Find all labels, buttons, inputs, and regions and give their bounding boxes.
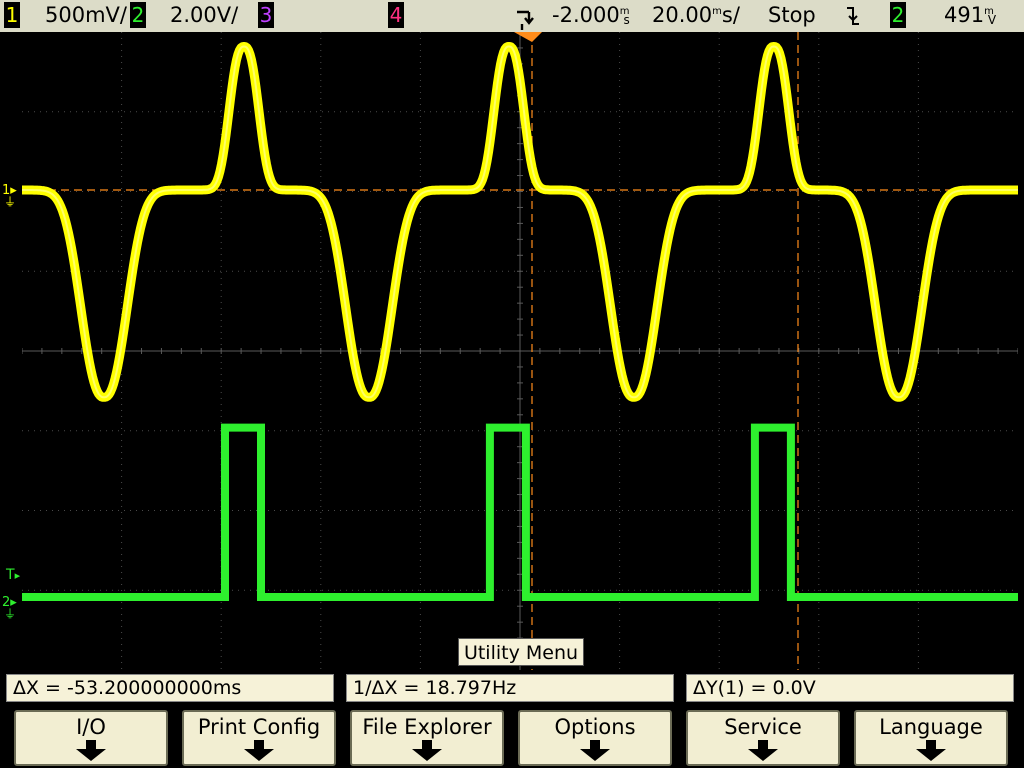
language-softkey[interactable]: Language xyxy=(854,710,1008,766)
options-softkey-label: Options xyxy=(554,715,636,739)
time-scale: 20.00ms/ xyxy=(652,1,740,34)
service-softkey[interactable]: Service xyxy=(686,710,840,766)
submenu-arrow-icon xyxy=(916,740,946,761)
trigger-level-unit: V xyxy=(987,13,997,27)
delta-y-readout: ΔY(1) = 0.0V xyxy=(686,674,1014,702)
ch1-scale-value: 500 xyxy=(45,3,86,27)
ch1-ground-symbol-icon: ⏚ xyxy=(4,195,17,209)
ch2-number: 2 xyxy=(131,3,145,27)
trigger-source-badge[interactable]: 2 xyxy=(890,2,906,28)
trigger-source-number: 2 xyxy=(891,3,905,27)
status-bar: 1 500mV/ 2 2.00V/ 3 4 -2.000ms 20.00ms/ … xyxy=(0,0,1024,32)
ch4-number: 4 xyxy=(389,3,403,27)
ch1-number: 1 xyxy=(5,3,19,27)
io-softkey[interactable]: I/O xyxy=(14,710,168,766)
file-explorer-softkey-label: File Explorer xyxy=(362,715,492,739)
submenu-arrow-icon xyxy=(244,740,274,761)
ch3-number: 3 xyxy=(259,3,273,27)
submenu-arrow-icon xyxy=(748,740,778,761)
ch4-badge[interactable]: 4 xyxy=(388,2,404,28)
trigger-level-marker[interactable]: T▸ xyxy=(6,568,20,583)
ch2-badge[interactable]: 2 xyxy=(130,2,146,28)
delta-x-readout: ΔX = -53.200000000ms xyxy=(6,674,334,702)
service-softkey-label: Service xyxy=(724,715,802,739)
time-scale-prefix: m xyxy=(712,6,722,17)
trigger-arrow-icon: ▸ xyxy=(14,569,21,582)
ch2-scale: 2.00V/ xyxy=(170,3,239,27)
menu-title: Utility Menu xyxy=(458,638,584,666)
ch2-ground-marker[interactable]: 2▸ ⏚ xyxy=(2,596,17,621)
options-softkey[interactable]: Options xyxy=(518,710,672,766)
language-softkey-label: Language xyxy=(879,715,983,739)
ch1-ground-marker[interactable]: 1▸ ⏚ xyxy=(2,184,17,209)
submenu-arrow-icon xyxy=(76,740,106,761)
io-softkey-label: I/O xyxy=(76,715,106,739)
ch1-badge[interactable]: 1 xyxy=(4,2,20,28)
measurement-bar: ΔX = -53.200000000ms 1/ΔX = 18.797Hz ΔY(… xyxy=(0,670,1024,706)
falling-edge-trigger-icon xyxy=(844,5,862,31)
time-delay-unit: s xyxy=(623,13,630,27)
time-scale-value: 20.00 xyxy=(652,3,713,27)
time-delay: -2.000ms xyxy=(552,1,630,34)
run-state: Stop xyxy=(768,3,816,27)
waveform-display[interactable] xyxy=(22,32,1018,670)
submenu-arrow-icon xyxy=(580,740,610,761)
ch2-ground-symbol-icon: ⏚ xyxy=(4,607,17,621)
print-config-softkey[interactable]: Print Config xyxy=(182,710,336,766)
softkey-row: I/O Print Config File Explorer Options S… xyxy=(0,706,1024,768)
trigger-marker-label: T xyxy=(6,567,15,583)
file-explorer-softkey[interactable]: File Explorer xyxy=(350,710,504,766)
trigger-level-value: 491 xyxy=(944,3,985,27)
ch3-badge[interactable]: 3 xyxy=(258,2,274,28)
inverse-delta-x-readout: 1/ΔX = 18.797Hz xyxy=(346,674,674,702)
time-scale-unit: s/ xyxy=(721,3,740,27)
time-delay-value: -2.000 xyxy=(552,3,620,27)
trigger-level: 491mV xyxy=(944,1,996,34)
print-config-softkey-label: Print Config xyxy=(197,715,321,739)
trigger-position-icon xyxy=(514,8,536,34)
submenu-arrow-icon xyxy=(412,740,442,761)
ch1-scale-unit: mV/ xyxy=(85,3,127,27)
ch1-scale: 500mV/ xyxy=(45,1,127,29)
